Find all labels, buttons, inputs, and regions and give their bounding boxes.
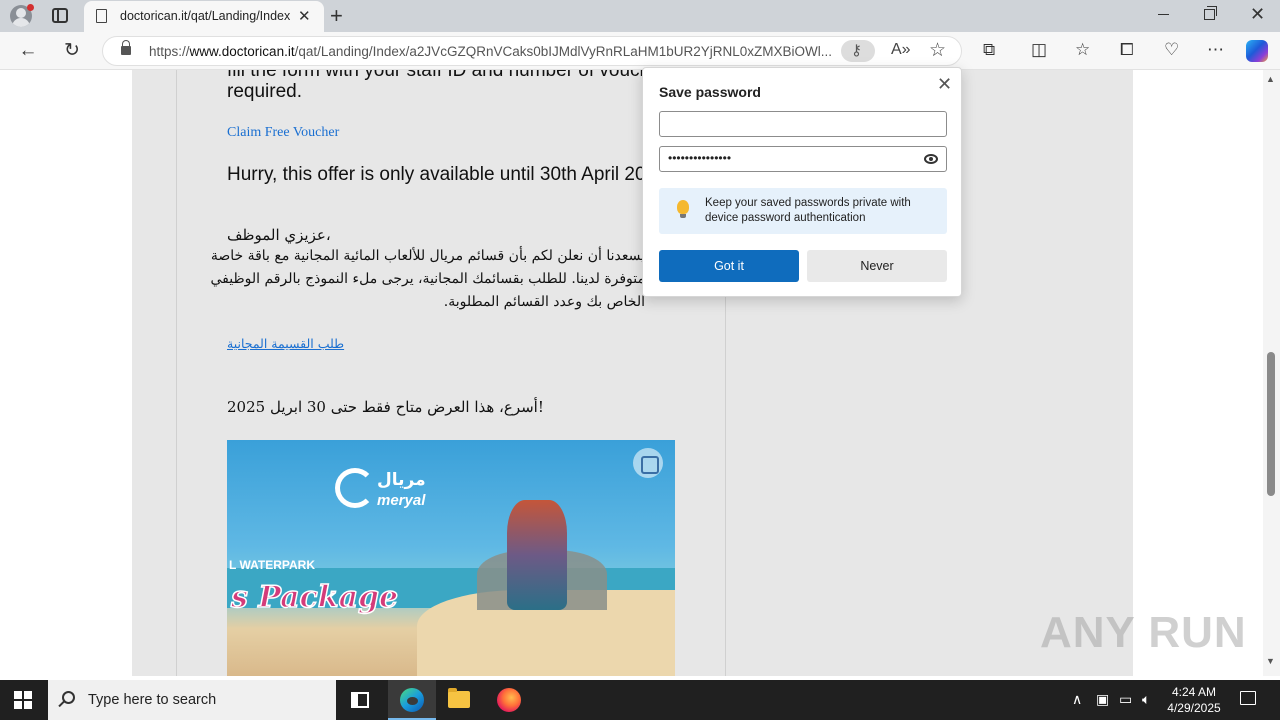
arabic-body-line-2: متوفرة لدينا. للطلب بقسائمك المجانية، ير… (210, 271, 645, 287)
got-it-button[interactable]: Got it (659, 250, 799, 282)
notification-icon[interactable] (1240, 691, 1256, 705)
arabic-body-line-1: يسعدنا أن نعلن لكم بأن قسائم مريال للألع… (210, 248, 645, 264)
show-password-eye-icon[interactable] (924, 154, 938, 164)
device-icon[interactable]: ▣ (1096, 691, 1109, 708)
banner-waterpark-text: L WATERPARK (229, 558, 315, 572)
split-screen-icon[interactable]: ◫ (1031, 40, 1047, 60)
tip-text: Keep your saved passwords private with d… (705, 197, 911, 224)
password-value: ••••••••••••••• (668, 151, 732, 165)
visual-search-icon[interactable] (633, 448, 663, 478)
restore-button[interactable] (1204, 6, 1217, 20)
password-field[interactable]: ••••••••••••••• (659, 146, 947, 172)
system-clock[interactable]: 4:24 AM 4/29/2025 (1162, 684, 1226, 716)
task-view-icon[interactable] (351, 692, 369, 708)
tab-actions-icon[interactable] (52, 8, 68, 23)
offer-deadline-text: Hurry, this offer is only available unti… (227, 164, 672, 185)
search-placeholder: Type here to search (88, 692, 217, 708)
refresh-button[interactable]: ↻ (58, 38, 86, 64)
dialog-close-icon[interactable]: ✕ (937, 74, 952, 95)
show-hidden-icons-icon[interactable]: ∧ (1072, 691, 1082, 708)
meryal-logo-icon (335, 468, 375, 508)
search-icon (62, 691, 75, 704)
windows-start-icon[interactable] (14, 691, 32, 709)
favorite-star-icon[interactable]: ☆ (929, 39, 946, 62)
required-text: required. (227, 81, 302, 102)
never-button[interactable]: Never (807, 250, 947, 282)
volume-icon[interactable]: 🔈︎ (1142, 691, 1150, 708)
tab-title: doctorican.it/qat/Landing/Index (120, 9, 290, 23)
tab-close-icon[interactable]: ✕ (298, 7, 311, 25)
username-field[interactable] (659, 111, 947, 137)
arabic-greeting: عزيزي الموظف، (227, 226, 331, 244)
scroll-down-arrow-icon[interactable]: ▼ (1266, 656, 1275, 666)
url-text[interactable]: https://www.doctorican.it/qat/Landing/In… (149, 44, 839, 59)
anyrun-watermark: ANY RUN (1040, 608, 1247, 657)
favorites-icon[interactable]: ☆ (1075, 40, 1090, 60)
new-tab-button[interactable]: + (330, 3, 343, 29)
arabic-body-line-3: الخاص بك وعدد القسائم المطلوبة. (443, 294, 645, 310)
firefox-icon[interactable] (497, 688, 521, 712)
tab-strip: doctorican.it/qat/Landing/Index ✕ + ✕ (0, 0, 1280, 32)
dialog-title: Save password (659, 84, 761, 100)
taskbar-search-box[interactable]: Type here to search (48, 680, 336, 720)
privacy-tip: Keep your saved passwords private with d… (659, 188, 947, 234)
edge-taskbar-button[interactable] (388, 680, 436, 720)
save-password-dialog: Save password ✕ ••••••••••••••• Keep you… (642, 67, 962, 297)
web-page: fill the form with your staff ID and num… (0, 70, 1263, 676)
read-aloud-icon[interactable]: A» (891, 41, 911, 59)
toolbar: ← ↻ https://www.doctorican.it/qat/Landin… (0, 32, 1280, 70)
more-menu-icon[interactable]: ⋯ (1207, 40, 1224, 60)
file-explorer-icon[interactable] (448, 688, 470, 708)
page-icon (96, 9, 107, 23)
claim-voucher-link[interactable]: Claim Free Voucher (227, 125, 339, 141)
arabic-deadline-text: أسرع، هذا العرض متاح فقط حتى 30 ابريل 20… (227, 398, 544, 416)
browser-essentials-icon[interactable]: ♡ (1164, 40, 1179, 60)
lock-icon[interactable] (121, 40, 131, 55)
vertical-scrollbar[interactable]: ▲ ▼ (1263, 70, 1280, 676)
active-tab[interactable]: doctorican.it/qat/Landing/Index ✕ (84, 1, 324, 32)
scroll-thumb[interactable] (1267, 352, 1275, 496)
waterpark-banner-image[interactable]: مريال meryal L WATERPARK s Package (227, 440, 675, 676)
clock-date: 4/29/2025 (1167, 701, 1221, 715)
scroll-up-arrow-icon[interactable]: ▲ (1266, 74, 1275, 84)
copilot-icon[interactable] (1246, 40, 1268, 62)
address-bar[interactable]: https://www.doctorican.it/qat/Landing/In… (102, 36, 962, 66)
profile-notification-dot (27, 4, 34, 11)
clock-time: 4:24 AM (1171, 685, 1217, 699)
window-close-button[interactable]: ✕ (1250, 4, 1265, 25)
back-button[interactable]: ← (14, 38, 42, 64)
password-key-icon[interactable] (841, 40, 875, 62)
lightbulb-icon (677, 200, 689, 218)
arabic-claim-link[interactable]: طلب القسيمة المجانية (227, 336, 344, 351)
banner-brand: meryal (377, 492, 426, 509)
banner-package-text: s Package (230, 579, 399, 616)
taskbar: Type here to search ∧ ▣ ▭ 🔈︎ 4:24 AM 4/2… (0, 680, 1280, 720)
banner-brand-arabic: مريال (377, 470, 426, 490)
edge-icon (400, 688, 424, 712)
minimize-button[interactable] (1158, 14, 1169, 15)
collections-icon[interactable]: ⧠ (1120, 40, 1134, 60)
network-icon[interactable]: ▭ (1119, 691, 1132, 708)
extensions-icon[interactable]: ⧉ (983, 40, 995, 60)
